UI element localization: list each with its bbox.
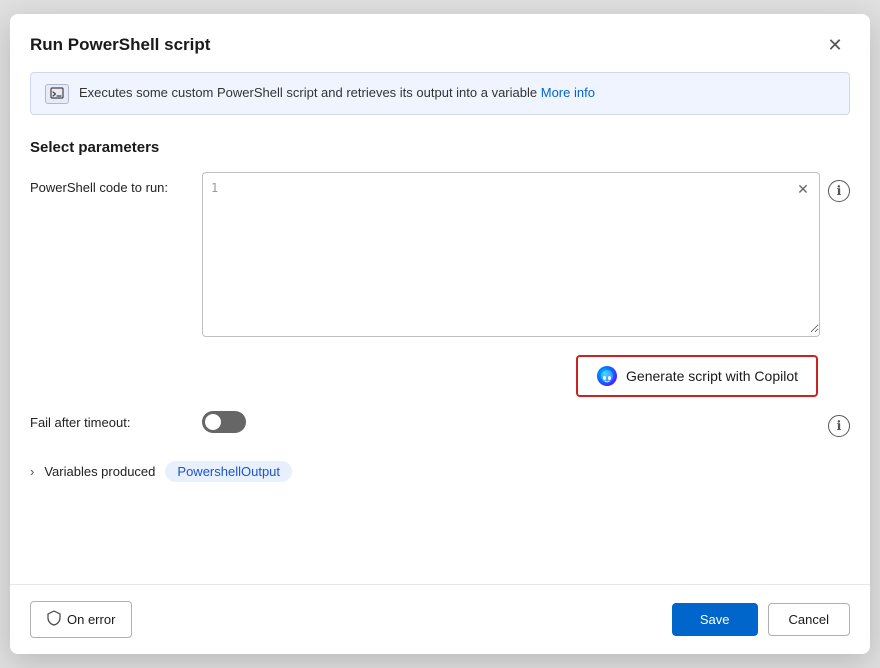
timeout-label: Fail after timeout: [30,415,190,430]
dialog-header: Run PowerShell script ✕ [10,14,870,72]
copilot-btn-wrap: Generate script with Copilot [10,349,870,407]
on-error-label: On error [67,612,115,627]
shield-icon [47,610,61,629]
variable-badge: PowershellOutput [165,461,292,482]
clear-code-button[interactable]: ✕ [793,179,813,199]
toggle-knob [205,414,221,430]
code-field-label: PowerShell code to run: [30,172,190,195]
footer-left: On error [30,601,132,638]
run-powershell-dialog: Run PowerShell script ✕ Executes some cu… [10,14,870,654]
timeout-toggle[interactable] [202,411,246,433]
copilot-button-label: Generate script with Copilot [626,368,798,384]
chevron-icon[interactable]: › [30,464,34,479]
code-field-row: PowerShell code to run: 1 ✕ ℹ [10,172,870,337]
timeout-info-icon[interactable]: ℹ [828,415,850,437]
cancel-button[interactable]: Cancel [768,603,850,636]
toggle-wrap: ℹ [202,407,850,437]
variables-section: › Variables produced PowershellOutput [10,445,870,490]
on-error-button[interactable]: On error [30,601,132,638]
close-button[interactable]: ✕ [820,30,850,60]
more-info-link[interactable]: More info [541,85,595,100]
dialog-title: Run PowerShell script [30,35,210,55]
code-info-icon[interactable]: ℹ [828,180,850,202]
save-button[interactable]: Save [672,603,758,636]
generate-script-button[interactable]: Generate script with Copilot [576,355,818,397]
timeout-row: Fail after timeout: ℹ [10,407,870,437]
info-banner-text: Executes some custom PowerShell script a… [79,83,835,103]
section-title: Select parameters [10,131,870,172]
dialog-footer: On error Save Cancel [10,584,870,654]
info-banner: Executes some custom PowerShell script a… [30,72,850,115]
variables-label: Variables produced [44,464,155,479]
code-field-wrap: 1 ✕ ℹ [202,172,850,337]
terminal-icon [45,84,69,104]
code-textarea[interactable] [203,173,819,333]
footer-right: Save Cancel [672,603,850,636]
code-textarea-wrap: 1 ✕ [202,172,820,337]
copilot-icon [596,365,618,387]
